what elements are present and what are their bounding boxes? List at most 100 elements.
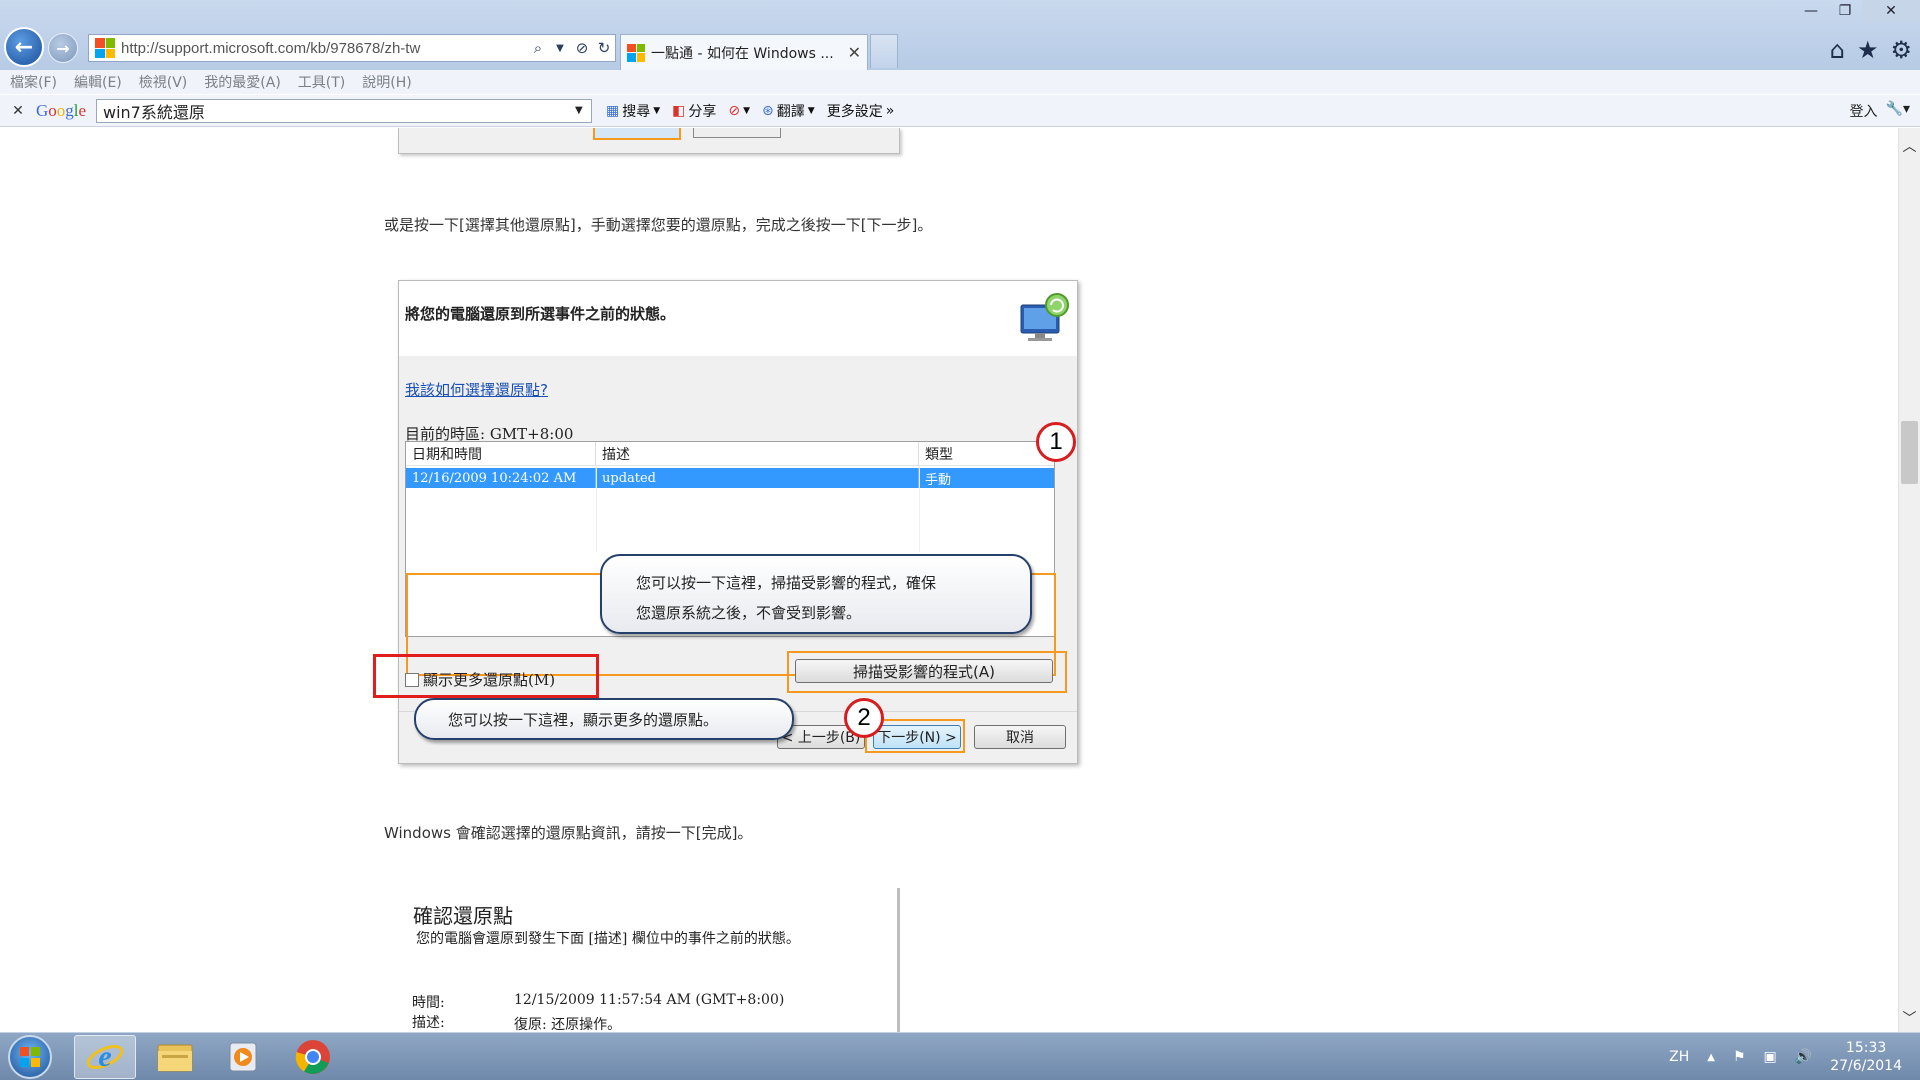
- system-restore-monitor-icon: [1020, 293, 1069, 341]
- taskbar: e ZH ▲ ⚑ ▣ 🔊 15:33 27/6/2014: [0, 1032, 1920, 1080]
- cell-description: updated: [596, 468, 919, 488]
- action-center-flag-icon[interactable]: ⚑: [1733, 1049, 1746, 1065]
- address-bar[interactable]: http://support.microsoft.com/kb/978678/z…: [88, 34, 616, 62]
- popup-blocker-icon: ⊘: [728, 102, 741, 119]
- next-button-highlight: [593, 128, 681, 140]
- column-divider: [919, 466, 920, 552]
- wrench-icon[interactable]: 🔧▾: [1886, 101, 1910, 121]
- close-tab-icon[interactable]: ✕: [848, 43, 861, 62]
- instruction-paragraph-1: 或是按一下[選擇其他還原點]，手動選擇您要的還原點，完成之後按一下[下一步]。: [384, 216, 933, 234]
- browser-tab-active[interactable]: 一點通 - 如何在 Windows ... ✕: [620, 34, 868, 70]
- google-search-icon: ▦: [606, 102, 620, 119]
- back-button[interactable]: ←: [4, 27, 44, 67]
- scrollbar-thumb[interactable]: [1901, 421, 1918, 484]
- step-badge-2: 2: [844, 698, 884, 738]
- close-window-button[interactable]: ✕: [1862, 0, 1920, 22]
- translate-button[interactable]: ⊛ 翻譯 ▼: [756, 101, 821, 121]
- column-divider: [596, 466, 597, 552]
- table-row[interactable]: 12/16/2009 10:24:02 AM updated 手動: [406, 468, 1054, 488]
- signin-link[interactable]: 登入: [1850, 101, 1878, 121]
- time-label: 時間:: [412, 995, 445, 1011]
- callout-scan-line1: 您可以按一下這裡，掃描受影響的程式，確保: [636, 574, 937, 592]
- window-controls: — ❐ ✕: [1794, 0, 1920, 24]
- dialog-fragment-top: [398, 128, 900, 154]
- taskbar-media-player[interactable]: [212, 1035, 274, 1079]
- folder-icon: [157, 1044, 193, 1072]
- tray-expand-icon[interactable]: ▲: [1707, 1052, 1715, 1063]
- translate-label: 翻譯: [776, 103, 805, 120]
- restore-button[interactable]: ❐: [1828, 0, 1862, 22]
- help-choose-restore-point-link[interactable]: 我該如何選擇還原點?: [405, 379, 548, 400]
- column-header-type[interactable]: 類型: [919, 442, 1054, 465]
- internet-explorer-icon: e: [86, 1040, 124, 1073]
- minimize-button[interactable]: —: [1794, 0, 1828, 22]
- cell-date: 12/16/2009 10:24:02 AM: [406, 468, 596, 488]
- volume-icon[interactable]: 🔊: [1795, 1049, 1812, 1065]
- taskbar-internet-explorer[interactable]: e: [74, 1035, 136, 1079]
- taskbar-file-explorer[interactable]: [144, 1035, 206, 1079]
- scroll-up-icon[interactable]: ︿: [1899, 136, 1920, 156]
- refresh-icon[interactable]: ↻: [593, 39, 615, 57]
- clock-time: 15:33: [1845, 1040, 1887, 1056]
- google-search-value[interactable]: win7系統還原: [103, 99, 575, 123]
- favorites-star-icon[interactable]: ★: [1857, 36, 1879, 64]
- menu-favorites[interactable]: 我的最愛(A): [204, 72, 281, 92]
- gear-icon[interactable]: ⚙: [1890, 36, 1912, 64]
- menu-file[interactable]: 檔案(F): [10, 72, 57, 92]
- vertical-scrollbar[interactable]: ︿ ﹀: [1898, 128, 1920, 1032]
- tab-title: 一點通 - 如何在 Windows ...: [651, 45, 834, 62]
- stop-icon[interactable]: ⊘: [571, 39, 593, 57]
- start-button[interactable]: [8, 1035, 52, 1079]
- new-tab-button[interactable]: [870, 34, 898, 68]
- blocker-button[interactable]: ⊘ ▼: [722, 103, 756, 119]
- column-header-date[interactable]: 日期和時間: [406, 442, 596, 465]
- google-toolbar-right: 登入 🔧▾: [1850, 101, 1910, 121]
- menu-edit[interactable]: 編輯(E): [74, 72, 122, 92]
- confirm-description: 您的電腦會還原到發生下面 [描述] 欄位中的事件之前的狀態。: [416, 931, 800, 947]
- arrow-left-icon: ←: [14, 34, 34, 60]
- column-header-description[interactable]: 描述: [596, 442, 919, 465]
- cell-type: 手動: [925, 472, 952, 488]
- description-label: 描述:: [412, 1015, 445, 1031]
- microsoft-logo-icon: [95, 38, 115, 58]
- scroll-down-icon[interactable]: ﹀: [1899, 1008, 1920, 1028]
- checkbox-highlight-box: [373, 654, 599, 698]
- menu-tools[interactable]: 工具(T): [298, 72, 345, 92]
- menu-bar: 檔案(F) 編輯(E) 檢視(V) 我的最愛(A) 工具(T) 說明(H): [0, 70, 1920, 94]
- language-indicator[interactable]: ZH: [1669, 1049, 1689, 1065]
- google-search-button[interactable]: ▦ 搜尋 ▼: [600, 101, 666, 121]
- url-text[interactable]: http://support.microsoft.com/kb/978678/z…: [121, 40, 527, 57]
- browser-title-bar: ← → http://support.microsoft.com/kb/9786…: [0, 0, 1920, 70]
- close-toolbar-icon[interactable]: ✕: [0, 103, 36, 119]
- double-chevron-right-icon: »: [885, 102, 895, 119]
- taskbar-chrome[interactable]: [282, 1035, 344, 1079]
- svg-text:e: e: [98, 1040, 111, 1073]
- share-button[interactable]: ◧ 分享: [666, 101, 722, 121]
- share-label: 分享: [688, 103, 717, 120]
- forward-button[interactable]: →: [48, 33, 78, 63]
- callout-show-more: 您可以按一下這裡，顯示更多的還原點。: [414, 698, 794, 740]
- google-search-input[interactable]: win7系統還原 ▼: [96, 98, 592, 123]
- menu-view[interactable]: 檢視(V): [139, 72, 188, 92]
- google-search-label: 搜尋: [622, 103, 651, 120]
- page-content: 或是按一下[選擇其他還原點]，手動選擇您要的還原點，完成之後按一下[下一步]。 …: [0, 128, 1898, 1032]
- home-icon[interactable]: ⌂: [1830, 36, 1845, 64]
- network-icon[interactable]: ▣: [1764, 1049, 1777, 1065]
- menu-help[interactable]: 說明(H): [362, 72, 411, 92]
- chevron-down-icon[interactable]: ▼: [549, 43, 571, 54]
- dialog-header: 將您的電腦還原到所選事件之前的狀態。: [399, 281, 1077, 356]
- chevron-down-icon[interactable]: ▼: [575, 105, 591, 116]
- search-icon[interactable]: ⌕: [527, 39, 549, 57]
- share-icon: ◧: [672, 102, 686, 119]
- google-toolbar: ✕ Google win7系統還原 ▼ ▦ 搜尋 ▼ ◧ 分享 ⊘ ▼ ⊛ 翻譯 ▼ 更多設…: [0, 95, 1920, 127]
- system-tray: ZH ▲ ⚑ ▣ 🔊 15:33 27/6/2014: [1669, 1033, 1902, 1080]
- translate-icon: ⊛: [762, 102, 774, 119]
- clock[interactable]: 15:33 27/6/2014: [1830, 1039, 1902, 1075]
- dialog-title: 將您的電腦還原到所選事件之前的狀態。: [405, 305, 676, 323]
- media-player-icon: [229, 1042, 257, 1072]
- description-value: 復原: 还原操作。: [514, 1017, 622, 1032]
- more-settings-label: 更多設定: [826, 103, 883, 120]
- microsoft-logo-icon: [627, 43, 645, 62]
- more-settings-button[interactable]: 更多設定»: [821, 101, 901, 121]
- cancel-button[interactable]: 取消: [974, 725, 1066, 749]
